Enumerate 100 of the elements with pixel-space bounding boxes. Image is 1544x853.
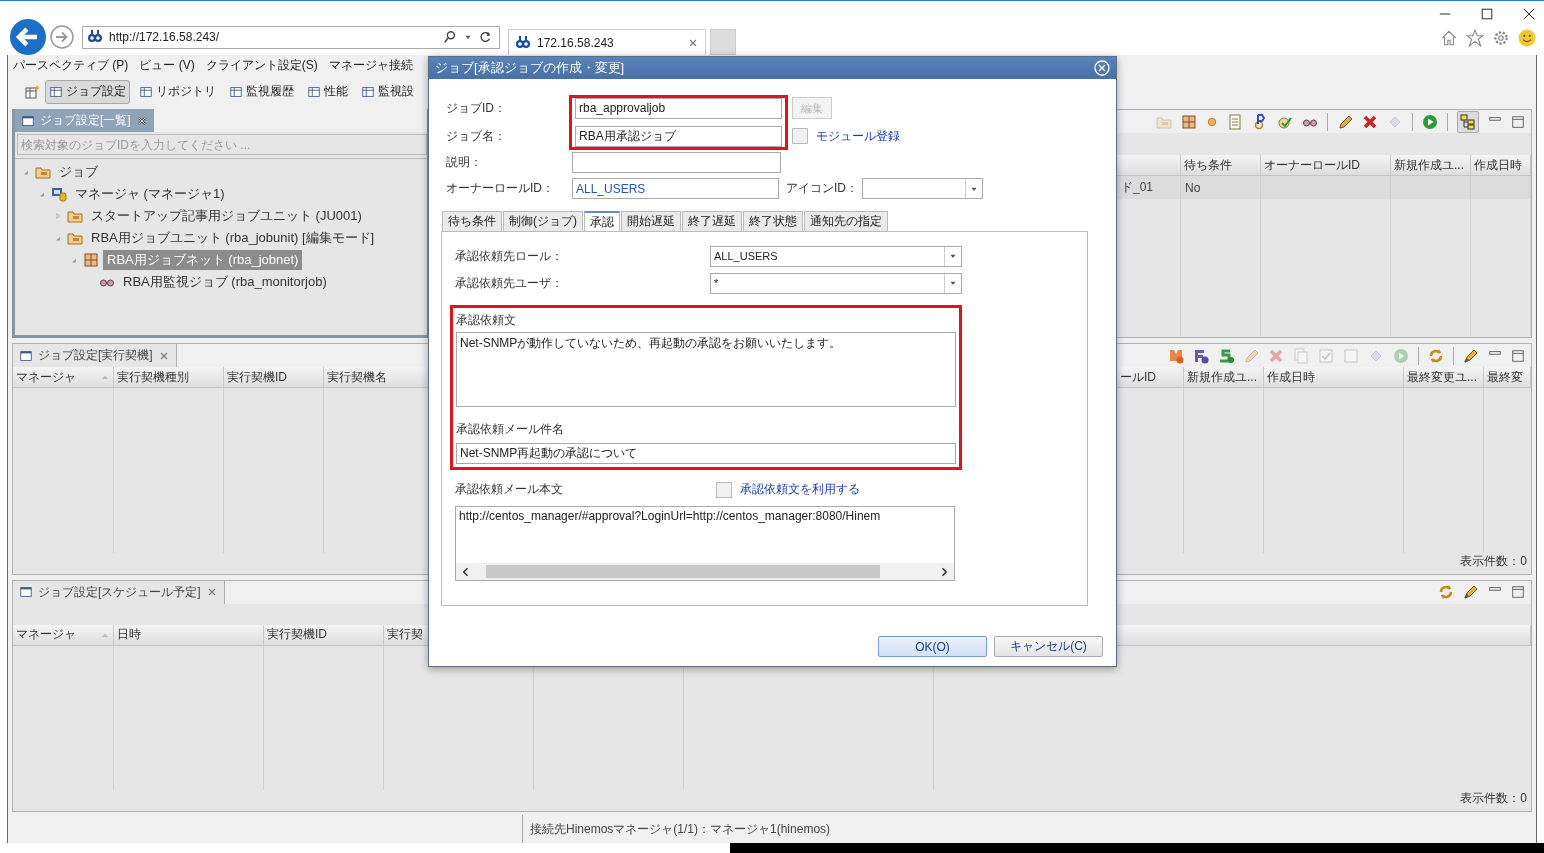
pen-icon[interactable] <box>1463 347 1479 364</box>
document-icon[interactable] <box>1227 113 1243 130</box>
tab[interactable]: 通知先の指定 <box>804 211 888 231</box>
job-name-field[interactable]: RBA用承認ジョブ <box>575 125 782 147</box>
close-icon[interactable] <box>1522 7 1536 21</box>
checkbox[interactable] <box>792 128 808 144</box>
tab[interactable]: 終了状態 <box>743 211 803 231</box>
tab[interactable]: 待ち条件 <box>442 211 502 231</box>
ok-button[interactable]: OK(O) <box>878 636 987 657</box>
ring-icon[interactable] <box>1252 113 1268 130</box>
tree-item[interactable]: スタートアップ記事用ジョブユニット (JU001) <box>87 206 366 226</box>
column-header[interactable]: 待ち条件 <box>1181 155 1261 175</box>
menu-item[interactable]: ビュー (V) <box>139 57 195 74</box>
row-count: 表示件数：0 <box>1460 790 1527 807</box>
column-header[interactable]: 実行契機ID <box>264 624 384 645</box>
column-header[interactable]: 最終変 <box>1484 367 1531 387</box>
field-label: 承認依頼先ユーザ： <box>455 274 564 292</box>
refresh-icon[interactable] <box>479 30 493 44</box>
site-icon <box>515 34 531 51</box>
column-header[interactable]: マネージャ <box>13 624 114 645</box>
folder-icon <box>67 230 83 246</box>
column-header[interactable]: マネージャ <box>13 367 114 387</box>
open-perspective-icon[interactable] <box>24 83 40 100</box>
perspective-button[interactable]: リポジトリ <box>135 79 220 104</box>
tab[interactable]: 制御(ジョブ) <box>503 211 583 231</box>
field-label: 承認依頼メール本文 <box>455 481 564 498</box>
address-bar[interactable]: http://172.16.58.243/ <box>82 25 500 49</box>
grid-icon[interactable] <box>1181 113 1197 130</box>
perspective-button[interactable]: 監視設 <box>357 79 418 104</box>
column-header[interactable]: 最終変更ユ... <box>1404 367 1484 387</box>
view-tab[interactable]: ジョブ設定[スケジュール予定] <box>13 581 225 604</box>
add-item-icon[interactable] <box>1218 347 1234 364</box>
column-header[interactable]: 新規作成ユ... <box>1391 155 1471 175</box>
search-icon[interactable] <box>443 30 457 44</box>
tree-item[interactable]: マネージャ (マネージャ1) <box>71 184 229 204</box>
role-select[interactable]: ALL_USERS <box>710 245 962 267</box>
horizontal-scrollbar[interactable] <box>456 563 954 580</box>
settings-icon[interactable] <box>1492 29 1510 47</box>
menu-item[interactable]: マネージャ接続 <box>328 57 413 74</box>
column-header[interactable]: 日時 <box>114 624 264 645</box>
checkbox[interactable] <box>716 481 732 498</box>
row-count: 表示件数：0 <box>1460 553 1527 570</box>
owner-role-field[interactable]: ALL_USERS <box>572 178 779 199</box>
checkbox-label[interactable]: 承認依頼文を利用する <box>740 481 860 498</box>
description-field[interactable] <box>572 152 781 173</box>
checkbox-label[interactable]: モジュール登録 <box>816 127 900 145</box>
column-header[interactable]: 作成日時 <box>1471 155 1531 175</box>
mail-body-area[interactable]: http://centos_manager/#approval?LoginUrl=http://centos_manager:8080/Hinem <box>455 506 955 581</box>
tab[interactable]: 終了遅延 <box>682 211 742 231</box>
add-item-icon[interactable] <box>1168 347 1184 364</box>
add-item-icon[interactable] <box>1193 347 1209 364</box>
view-tab[interactable]: ジョブ設定[実行契機] <box>13 344 177 367</box>
forward-button[interactable] <box>50 25 74 49</box>
column-header[interactable]: 実行契機種別 <box>114 367 224 387</box>
table-cell: ド_01 <box>1121 179 1154 196</box>
tree-item[interactable]: RBA用監視ジョブ (rba_monitorjob) <box>119 272 331 292</box>
tree-item[interactable]: ジョブ <box>55 162 102 182</box>
maximize-icon[interactable] <box>1480 7 1494 21</box>
maximize-icon[interactable] <box>1511 348 1525 363</box>
mail-subject-field[interactable]: Net-SNMP再起動の承認について <box>456 443 956 464</box>
tree-view-button[interactable] <box>1457 110 1479 133</box>
user-select[interactable]: * <box>710 272 962 294</box>
back-button[interactable] <box>10 19 46 55</box>
cancel-button[interactable]: キャンセル(C) <box>994 636 1103 657</box>
checkbox-icon[interactable] <box>1318 347 1334 364</box>
request-text-area[interactable]: Net-SNMPが動作していないため、再起動の承認をお願いいたします。 <box>456 332 956 407</box>
menu-item[interactable]: クライアント設定(S) <box>205 57 318 74</box>
star-icon[interactable] <box>1466 29 1484 47</box>
play-icon[interactable] <box>1422 113 1438 130</box>
column-header[interactable]: オーナーロールID <box>1261 155 1391 175</box>
circle-icon[interactable] <box>1206 115 1218 128</box>
tab[interactable]: 承認 <box>584 211 620 231</box>
delete-icon[interactable] <box>1362 113 1378 130</box>
perspective-button[interactable]: 監視履歴 <box>225 79 298 104</box>
pen-icon[interactable] <box>1463 584 1479 601</box>
site-icon <box>87 29 103 45</box>
maximize-icon[interactable] <box>1511 114 1525 129</box>
perspective-button[interactable]: ジョブ設定 <box>45 79 130 104</box>
field-label: 承認依頼メール件名 <box>456 421 565 438</box>
job-id-field[interactable]: rba_approvaljob <box>575 97 782 119</box>
window-icon <box>19 585 33 600</box>
maximize-icon[interactable] <box>1511 585 1525 600</box>
pencil-icon[interactable] <box>1337 113 1353 130</box>
perspective-button[interactable]: 性能 <box>303 79 352 104</box>
browser-tab[interactable]: 172.16.58.243 <box>508 29 706 55</box>
table-icon <box>229 84 243 99</box>
column-header[interactable]: 実行契機ID <box>224 367 324 387</box>
icon-id-select[interactable] <box>862 178 983 199</box>
column-header[interactable]: 新規作成ユ... <box>1184 367 1264 387</box>
smiley-icon[interactable] <box>1518 29 1536 47</box>
home-icon[interactable] <box>1440 29 1458 47</box>
table-icon <box>307 84 321 99</box>
search-field[interactable]: 検索対象のジョブIDを入力してください ... <box>17 134 427 155</box>
field-label: アイコンID： <box>786 180 859 197</box>
field-label: ジョブID： <box>446 99 507 117</box>
column-header[interactable]: 作成日時 <box>1264 367 1404 387</box>
menu-item[interactable]: パースペクティブ (P) <box>13 57 129 74</box>
folder-icon <box>67 208 83 224</box>
tab[interactable]: 開始遅延 <box>621 211 681 231</box>
tree-item[interactable]: RBA用ジョブユニット (rba_jobunit) [編集モード] <box>87 228 379 248</box>
